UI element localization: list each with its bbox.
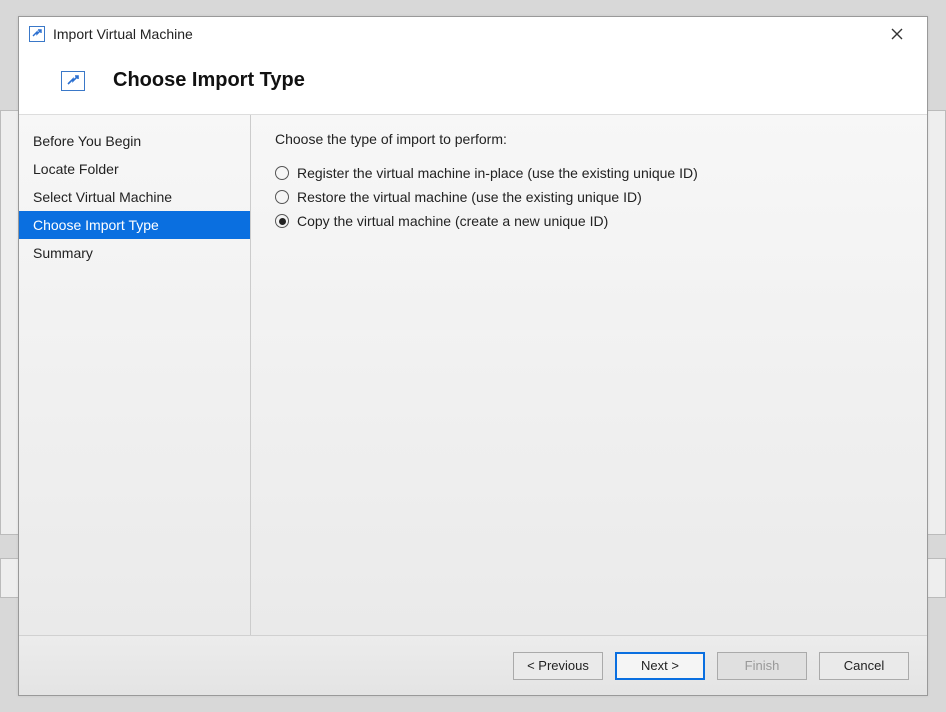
option-label: Register the virtual machine in-place (u… [297, 165, 698, 181]
wizard-body: Before You Begin Locate Folder Select Vi… [19, 114, 927, 635]
page-title: Choose Import Type [113, 69, 305, 92]
wizard-header: Choose Import Type [19, 51, 927, 114]
option-label: Copy the virtual machine (create a new u… [297, 213, 608, 229]
option-restore[interactable]: Restore the virtual machine (use the exi… [275, 185, 903, 209]
window-title: Import Virtual Machine [53, 26, 193, 42]
wizard-footer: < Previous Next > Finish Cancel [19, 635, 927, 695]
step-choose-import-type[interactable]: Choose Import Type [19, 211, 250, 239]
option-register-in-place[interactable]: Register the virtual machine in-place (u… [275, 161, 903, 185]
previous-button[interactable]: < Previous [513, 652, 603, 680]
radio-icon [275, 190, 289, 204]
app-icon [29, 26, 45, 42]
finish-button: Finish [717, 652, 807, 680]
step-select-vm[interactable]: Select Virtual Machine [19, 183, 250, 211]
radio-icon [275, 214, 289, 228]
wizard-icon [61, 71, 85, 91]
radio-icon [275, 166, 289, 180]
step-summary[interactable]: Summary [19, 239, 250, 267]
next-button[interactable]: Next > [615, 652, 705, 680]
cancel-button[interactable]: Cancel [819, 652, 909, 680]
import-vm-dialog: Import Virtual Machine Choose Import Typ… [18, 16, 928, 696]
option-copy[interactable]: Copy the virtual machine (create a new u… [275, 209, 903, 233]
option-label: Restore the virtual machine (use the exi… [297, 189, 642, 205]
wizard-content: Choose the type of import to perform: Re… [251, 115, 927, 635]
wizard-steps: Before You Begin Locate Folder Select Vi… [19, 115, 251, 635]
close-button[interactable] [877, 20, 917, 48]
step-before-you-begin[interactable]: Before You Begin [19, 127, 250, 155]
titlebar: Import Virtual Machine [19, 17, 927, 51]
close-icon [890, 27, 904, 41]
prompt-text: Choose the type of import to perform: [275, 131, 903, 147]
step-locate-folder[interactable]: Locate Folder [19, 155, 250, 183]
